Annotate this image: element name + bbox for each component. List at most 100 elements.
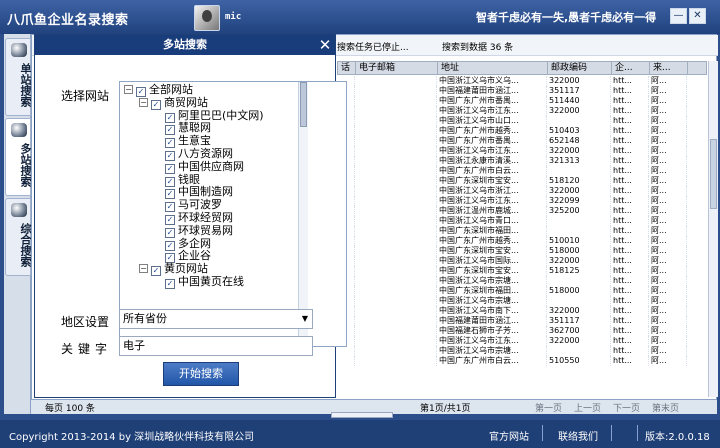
first-page-button[interactable]: 第一页 <box>535 401 562 414</box>
tree-site-item[interactable]: ✓ 钱眼 <box>165 173 200 187</box>
checkbox-icon[interactable]: ✓ <box>165 138 175 149</box>
checkbox-icon[interactable]: ✓ <box>165 240 175 251</box>
checkbox-icon[interactable]: ✓ <box>151 266 161 277</box>
table-row[interactable]: 中国浙江义乌市江东... 322000 htt... 阿... <box>337 106 707 116</box>
separator <box>611 425 612 441</box>
column-email[interactable]: 电子邮箱 <box>356 62 438 74</box>
close-window-button[interactable]: ✕ <box>689 8 706 24</box>
table-row[interactable]: 中国广东广州市白云... 510550 htt... 阿... <box>337 356 707 366</box>
table-cell: htt... <box>611 266 649 276</box>
collapse-icon[interactable]: − <box>124 85 133 94</box>
version-label: 版本:2.0.0.18 <box>645 432 710 443</box>
column-source[interactable]: 来... <box>650 62 688 74</box>
close-icon[interactable]: ✕ <box>317 37 333 53</box>
table-row[interactable]: 中国浙江义乌市江东... 322000 htt... 阿... <box>337 336 707 346</box>
table-row[interactable]: 中国广东深圳市福田... 518000 htt... 阿... <box>337 286 707 296</box>
contact-us-link[interactable]: 联络我们 <box>558 428 598 443</box>
checkbox-icon[interactable]: ✓ <box>165 163 175 174</box>
tree-site-item[interactable]: ✓ 中国供应商网 <box>165 160 244 174</box>
keyword-input[interactable]: 电子 <box>119 336 313 356</box>
tree-root[interactable]: ✓ 全部网站 <box>136 83 193 97</box>
tree-site-item[interactable]: ✓ 慧聪网 <box>165 122 211 136</box>
tree-group[interactable]: ✓ 黄页网站 <box>151 263 208 277</box>
tab-comprehensive-search[interactable]: 综合搜索 <box>5 198 32 276</box>
table-cell: 阿... <box>649 166 687 176</box>
table-row[interactable]: 中国浙江义乌市国际... 322000 htt... 阿... <box>337 256 707 266</box>
column-postcode[interactable]: 邮政编码 <box>548 62 612 74</box>
checkbox-icon[interactable]: ✓ <box>151 99 161 110</box>
table-row[interactable]: 中国广东广州市番禺... 652148 htt... 阿... <box>337 136 707 146</box>
table-row[interactable]: 中国浙江义乌市义乌... 322000 htt... 阿... <box>337 76 707 86</box>
tree-scrollbar[interactable] <box>298 82 308 346</box>
table-row[interactable]: 中国浙江义乌市宗塘... htt... 阿... <box>337 346 707 356</box>
table-row[interactable]: 中国浙江义乌市宗塘... htt... 阿... <box>337 276 707 286</box>
table-row[interactable]: 中国福建莆田市涵江... 351117 htt... 阿... <box>337 316 707 326</box>
tree-site-item[interactable]: ✓ 环球经贸网 <box>165 212 233 225</box>
region-select[interactable]: 所有省份 <box>119 309 313 329</box>
column-phone[interactable]: 话 <box>338 62 356 74</box>
table-row[interactable]: 中国广东广州市白云... htt... 阿... <box>337 166 707 176</box>
checkbox-icon[interactable]: ✓ <box>165 215 175 225</box>
tab-multi-search[interactable]: 多站搜索 <box>5 118 32 196</box>
table-row[interactable]: 中国广东深圳市宝安... 518120 htt... 阿... <box>337 176 707 186</box>
checkbox-icon[interactable]: ✓ <box>165 125 175 136</box>
table-row[interactable]: 中国浙江义乌市宗塘... htt... 阿... <box>337 296 707 306</box>
table-row[interactable]: 中国广东广州市越秀... 510403 htt... 阿... <box>337 126 707 136</box>
checkbox-icon[interactable]: ✓ <box>165 176 175 187</box>
table-row[interactable]: 中国浙江义乌市江东... 322099 htt... 阿... <box>337 196 707 206</box>
previous-page-button[interactable]: 上一页 <box>574 401 601 414</box>
tree-site-item[interactable]: ✓ 企业谷 <box>165 250 211 264</box>
collapse-icon[interactable]: − <box>139 97 148 107</box>
tree-site-item[interactable]: ✓ 阿里巴巴(中文网) <box>165 109 264 123</box>
minimize-button[interactable]: — <box>670 8 687 24</box>
table-row[interactable]: 中国浙江义乌市南下... 322000 htt... 阿... <box>337 306 707 316</box>
table-row[interactable]: 中国浙江温州市鹿城... 325200 htt... 阿... <box>337 206 707 216</box>
table-row[interactable]: 中国福建石狮市子芳... 362700 htt... 阿... <box>337 326 707 336</box>
table-row[interactable]: 中国浙江义乌市浙江... 322000 htt... 阿... <box>337 186 707 196</box>
checkbox-icon[interactable]: ✓ <box>136 87 146 97</box>
table-row[interactable]: 中国福建莆田市涵江... 351117 htt... 阿... <box>337 86 707 96</box>
tree-group[interactable]: ✓ 商贸网站 <box>151 96 208 110</box>
table-cell: htt... <box>611 156 649 166</box>
tree-site-item[interactable]: ✓ 中国黄页在线 <box>165 276 244 289</box>
next-page-button[interactable]: 下一页 <box>613 401 640 414</box>
checkbox-icon[interactable]: ✓ <box>165 227 175 238</box>
tree-site-item[interactable]: ✓ 生意宝 <box>165 135 211 149</box>
collapse-icon[interactable]: − <box>139 264 148 274</box>
start-search-button[interactable]: 开始搜索 <box>163 362 239 386</box>
tree-scroll-thumb[interactable] <box>300 82 307 127</box>
checkbox-icon[interactable]: ✓ <box>165 202 175 213</box>
table-row[interactable]: 中国广东深圳市福田... htt... 阿... <box>337 226 707 236</box>
checkbox-icon[interactable]: ✓ <box>165 151 175 161</box>
table-cell <box>355 86 437 96</box>
resize-grip[interactable] <box>331 412 393 418</box>
table-cell: htt... <box>611 86 649 96</box>
tree-site-item[interactable]: ✓ 多企网 <box>165 237 211 251</box>
table-row[interactable]: 中国浙江永康市清溪... 321313 htt... 阿... <box>337 156 707 166</box>
table-row[interactable]: 中国广东深圳市宝安... 518125 htt... 阿... <box>337 266 707 276</box>
last-page-button[interactable]: 第末页 <box>652 401 679 414</box>
table-row[interactable]: 中国广东广州市番禺... 511440 htt... 阿... <box>337 96 707 106</box>
tree-site-item[interactable]: ✓ 马可波罗 <box>165 199 222 213</box>
column-company[interactable]: 企... <box>612 62 650 74</box>
table-cell: 中国浙江温州市鹿城... <box>437 206 547 216</box>
table-row[interactable]: 中国广东深圳市宝安... 518000 htt... 阿... <box>337 246 707 256</box>
tree-site-item[interactable]: ✓ 中国制造网 <box>165 186 233 200</box>
table-row[interactable]: 中国广东广州市越秀... 510010 htt... 阿... <box>337 236 707 246</box>
tree-site-item[interactable]: ✓ 环球贸易网 <box>165 224 233 238</box>
table-row[interactable]: 中国浙江义乌市江东... 322000 htt... 阿... <box>337 146 707 156</box>
tree-node-label: 全部网站 <box>149 83 193 96</box>
table-cell: 阿... <box>649 196 687 206</box>
results-scroll-thumb[interactable] <box>710 139 717 209</box>
column-address[interactable]: 地址 <box>438 62 548 74</box>
checkbox-icon[interactable]: ✓ <box>165 189 175 200</box>
table-row[interactable]: 中国浙江义乌市山口... htt... 阿... <box>337 116 707 126</box>
table-row[interactable]: 中国浙江义乌市青口... htt... 阿... <box>337 216 707 226</box>
panel-title: 多站搜索 <box>35 35 335 55</box>
tree-site-item[interactable]: ✓ 八方资源网 <box>165 148 233 161</box>
checkbox-icon[interactable]: ✓ <box>165 279 175 289</box>
tab-single-search[interactable]: 单站搜索 <box>5 38 32 116</box>
checkbox-icon[interactable]: ✓ <box>165 112 175 123</box>
official-site-link[interactable]: 官方网站 <box>489 428 529 443</box>
results-scrollbar[interactable] <box>708 61 718 397</box>
